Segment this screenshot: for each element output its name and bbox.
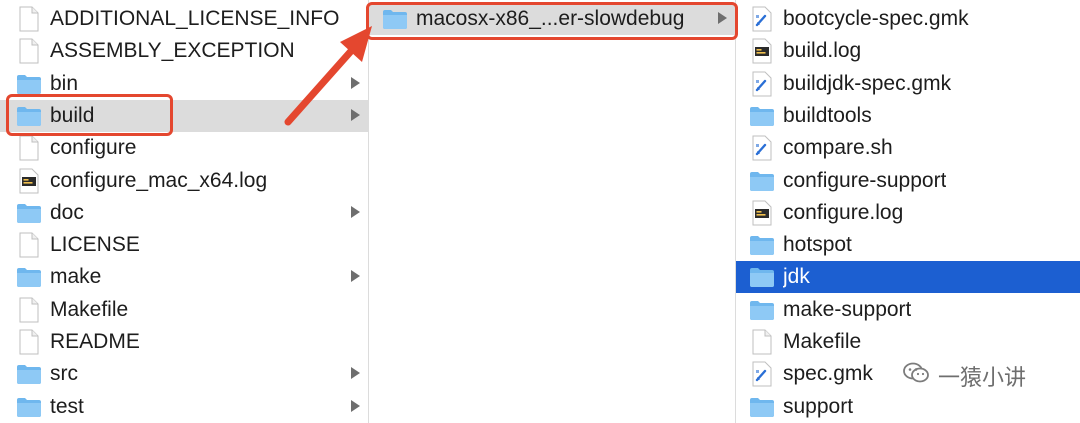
watermark: 一猿小讲 — [902, 360, 1026, 392]
wechat-icon — [902, 361, 930, 391]
watermark-text: 一猿小讲 — [938, 365, 1027, 390]
